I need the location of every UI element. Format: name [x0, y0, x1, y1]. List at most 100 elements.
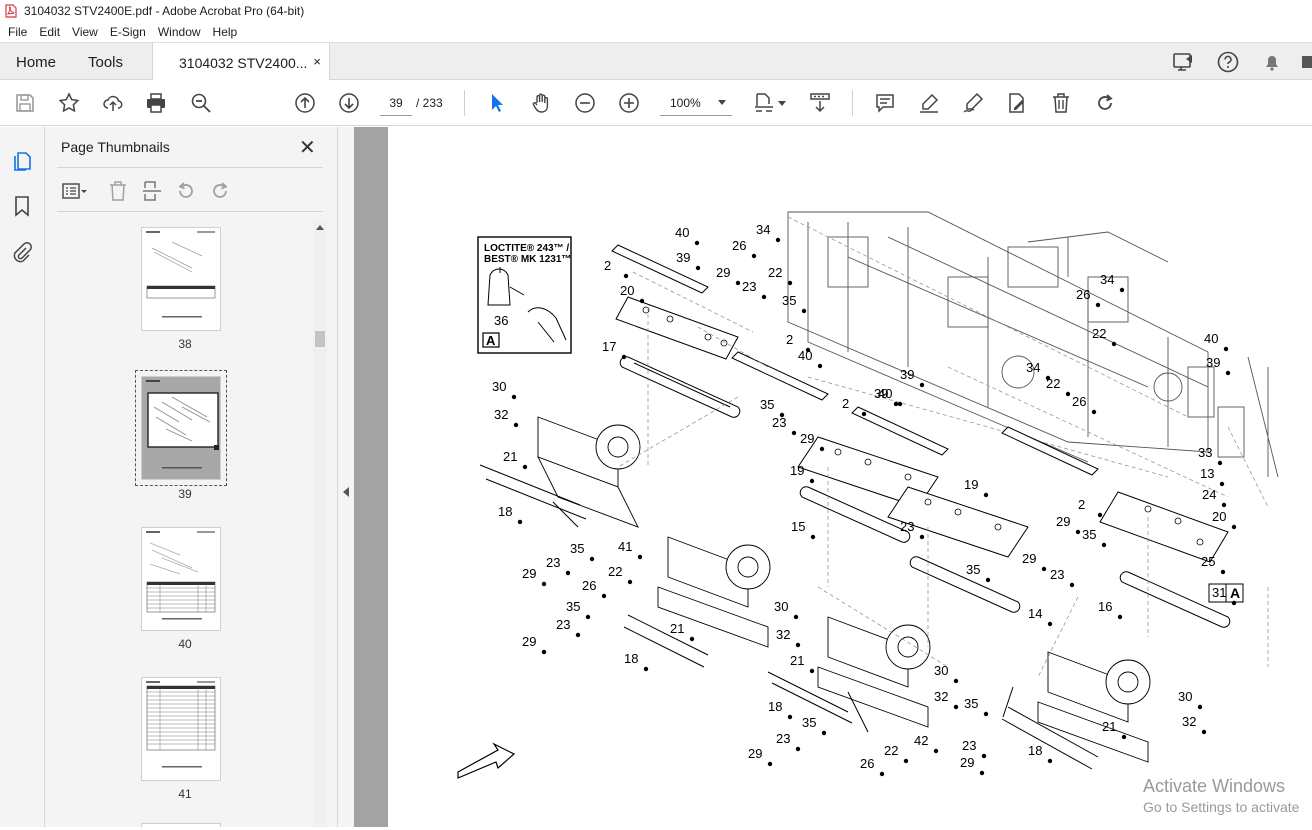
previous-page-icon[interactable] — [293, 91, 317, 115]
page-thumbnail[interactable] — [141, 677, 221, 781]
page-fit-dropdown-caret[interactable] — [778, 101, 786, 106]
thumbnail-options-icon[interactable] — [57, 180, 87, 202]
fastener-mark — [767, 761, 773, 767]
page-total-label: / 233 — [416, 96, 443, 110]
menu-file[interactable]: File — [2, 25, 33, 39]
part-callout: 35 — [566, 599, 580, 614]
page-thumbnail-selected[interactable] — [141, 376, 221, 480]
bookmarks-icon[interactable] — [11, 195, 33, 217]
close-panel-icon[interactable]: ✕ — [299, 135, 316, 160]
part-callout: 40 — [1204, 331, 1218, 346]
user-account-icon[interactable] — [1298, 50, 1312, 74]
fastener-mark — [819, 446, 825, 452]
part-callout: 34 — [1026, 360, 1040, 375]
tab-home[interactable]: Home — [16, 43, 56, 81]
rotate-redo-icon[interactable] — [1093, 91, 1117, 115]
fastener-mark — [919, 382, 925, 388]
zoom-out-icon[interactable] — [573, 91, 597, 115]
tab-bar: Home Tools 3104032 STV2400... × — [0, 42, 1312, 82]
fastener-mark — [981, 753, 987, 759]
close-tab-icon[interactable]: × — [313, 54, 321, 69]
fastener-mark — [817, 363, 823, 369]
document-viewport[interactable]: LOCTITE® 243™ / BEST® MK 1231™ 36 A A 40… — [354, 127, 1312, 827]
zoom-search-icon[interactable] — [189, 91, 213, 115]
part-callout: 31 — [1212, 585, 1226, 600]
insert-pages-icon[interactable] — [141, 180, 163, 202]
zoom-dropdown-caret[interactable] — [718, 100, 726, 105]
comment-icon[interactable] — [873, 91, 897, 115]
fastener-mark — [643, 666, 649, 672]
share-screen-icon[interactable] — [1172, 51, 1196, 73]
zoom-level-select[interactable]: 100% — [660, 90, 732, 116]
fastener-mark — [1097, 512, 1103, 518]
page-number-input[interactable]: 39 — [380, 90, 412, 116]
save-icon[interactable] — [13, 91, 37, 115]
panel-title: Page Thumbnails — [61, 139, 170, 155]
print-icon[interactable] — [144, 91, 168, 115]
help-icon[interactable] — [1216, 50, 1240, 74]
menu-edit[interactable]: Edit — [33, 25, 66, 39]
thumbnail-scrollbar[interactable] — [313, 219, 327, 827]
tab-document[interactable]: 3104032 STV2400... × — [152, 43, 330, 82]
fastener-mark — [1101, 542, 1107, 548]
view-a-label: A — [486, 333, 496, 348]
fastener-mark — [983, 492, 989, 498]
menu-help[interactable]: Help — [207, 25, 244, 39]
part-callout: 39 — [1206, 355, 1220, 370]
fastener-mark — [1220, 569, 1226, 575]
part-callout: 2 — [1078, 497, 1085, 512]
part-callout: 26 — [732, 238, 746, 253]
fastener-mark — [637, 554, 643, 560]
rotate-left-icon[interactable] — [175, 180, 197, 202]
hand-tool-icon[interactable] — [529, 91, 553, 115]
part-callout: 30 — [492, 379, 506, 394]
collapse-panel-arrow-icon[interactable] — [343, 487, 349, 497]
page-fit-icon[interactable] — [752, 91, 776, 115]
part-callout: 20 — [620, 283, 634, 298]
fastener-mark — [985, 577, 991, 583]
next-page-icon[interactable] — [337, 91, 361, 115]
menu-window[interactable]: Window — [152, 25, 207, 39]
fastener-mark — [1075, 529, 1081, 535]
tab-tools[interactable]: Tools — [88, 43, 123, 81]
page-thumbnail[interactable] — [141, 227, 221, 331]
delete-trash-icon[interactable] — [1049, 91, 1073, 115]
bookmark-star-icon[interactable] — [57, 91, 81, 115]
fill-sign-icon[interactable] — [1005, 91, 1029, 115]
fastener-mark — [795, 642, 801, 648]
panel-collapse-strip[interactable] — [337, 127, 354, 827]
attachments-paperclip-icon[interactable] — [11, 241, 33, 263]
fastener-mark — [897, 401, 903, 407]
page-thumbnails-icon[interactable] — [11, 149, 33, 171]
part-callout: 22 — [608, 564, 622, 579]
scrollbar-thumb[interactable] — [315, 331, 325, 347]
page-thumbnail[interactable] — [141, 527, 221, 631]
exploded-parts-drawing: LOCTITE® 243™ / BEST® MK 1231™ 36 A A 40… — [457, 211, 1279, 779]
part-callout: 26 — [860, 756, 874, 771]
rotate-right-icon[interactable] — [209, 180, 231, 202]
zoom-in-icon[interactable] — [617, 91, 641, 115]
part-callout: 23 — [556, 617, 570, 632]
notifications-bell-icon[interactable] — [1260, 50, 1284, 74]
zoom-level-value: 100% — [670, 96, 701, 110]
fastener-mark — [801, 308, 807, 314]
fastener-mark — [1221, 502, 1227, 508]
thumbnail-page-number: 38 — [178, 337, 192, 351]
panel-toolbar — [57, 179, 243, 203]
menu-view[interactable]: View — [66, 25, 104, 39]
scroll-up-icon[interactable] — [316, 225, 324, 230]
part-callout: 24 — [1202, 487, 1216, 502]
toolbar-separator — [464, 90, 465, 116]
menu-esign[interactable]: E-Sign — [104, 25, 152, 39]
fastener-mark — [1047, 621, 1053, 627]
select-cursor-icon[interactable] — [485, 91, 509, 115]
scroll-mode-icon[interactable] — [808, 91, 832, 115]
fastener-mark — [1095, 302, 1101, 308]
upload-cloud-icon[interactable] — [101, 91, 125, 115]
part-callout: 42 — [914, 733, 928, 748]
page-thumbnail[interactable] — [141, 823, 221, 827]
highlight-pen-icon[interactable] — [917, 91, 941, 115]
draw-sign-icon[interactable] — [961, 91, 985, 115]
part-callout: 23 — [742, 279, 756, 294]
delete-pages-icon[interactable] — [107, 180, 129, 202]
